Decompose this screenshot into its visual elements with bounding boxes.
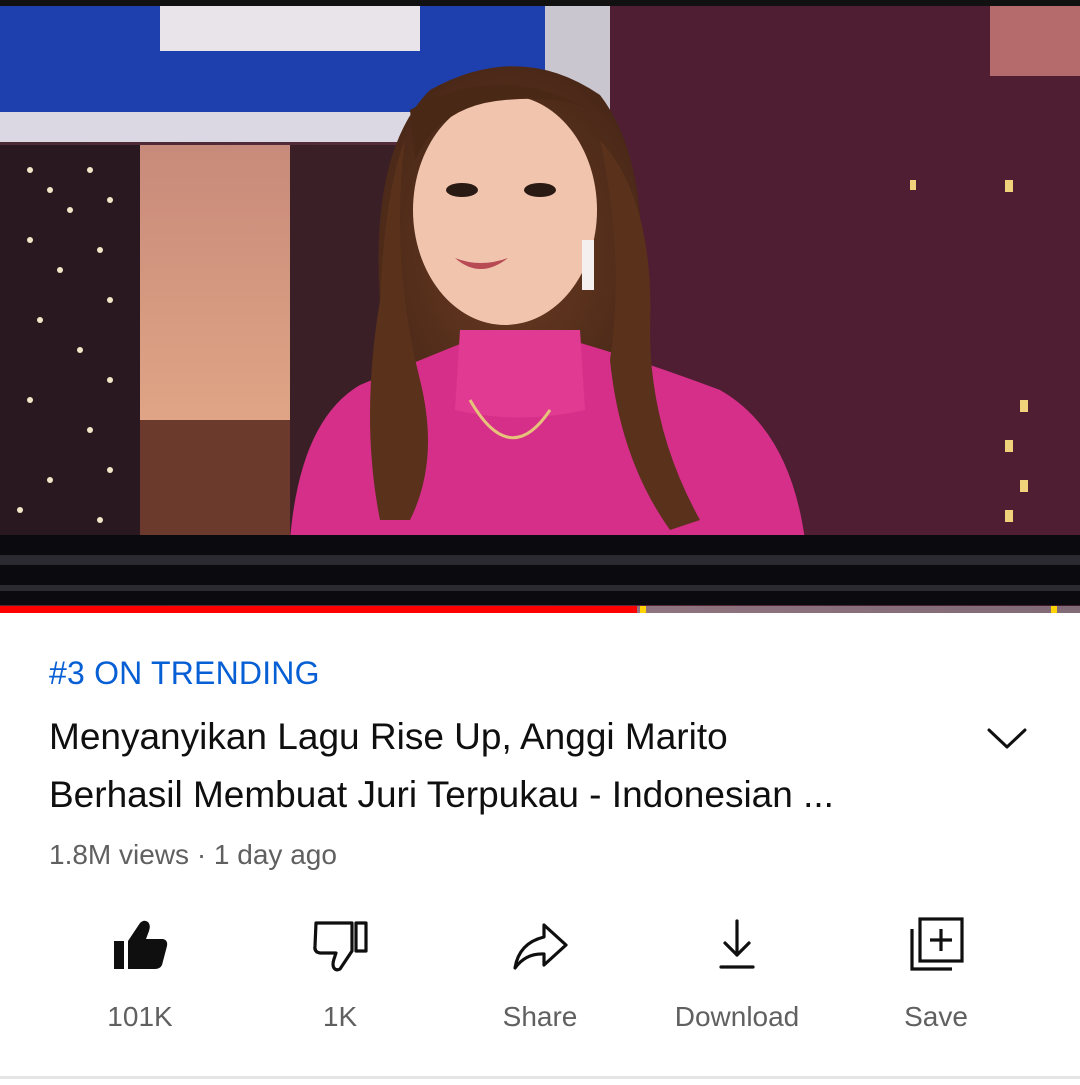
share-button[interactable]: Share: [440, 913, 640, 1043]
video-title[interactable]: Menyanyikan Lagu Rise Up, Anggi Marito B…: [49, 708, 949, 824]
dislike-button[interactable]: 1K: [240, 913, 440, 1043]
like-button[interactable]: 101K: [40, 913, 240, 1043]
save-label: Save: [904, 1001, 968, 1032]
chapter-marker: [1051, 606, 1057, 613]
download-button[interactable]: Download: [637, 913, 837, 1043]
video-player[interactable]: [0, 0, 1080, 613]
progress-played: [0, 606, 637, 613]
video-title-line-1: Menyanyikan Lagu Rise Up, Anggi Marito: [49, 716, 728, 757]
share-icon: [513, 923, 568, 970]
chapter-marker: [640, 606, 646, 613]
trending-badge[interactable]: #3 ON TRENDING: [49, 655, 320, 692]
video-frame: [0, 0, 1080, 613]
expand-description-button[interactable]: [984, 723, 1030, 753]
dislike-label: 1K: [322, 1001, 358, 1032]
thumbs-down-icon: [313, 921, 368, 972]
thumbs-up-icon: [114, 920, 168, 969]
action-bar: 101K 1K Share Download Save: [0, 913, 1080, 1043]
video-title-line-2: Berhasil Membuat Juri Terpukau - Indones…: [49, 774, 834, 815]
progress-bar[interactable]: [0, 606, 1080, 613]
video-info: #3 ON TRENDING Menyanyikan Lagu Rise Up,…: [0, 613, 1080, 1085]
add-to-playlist-icon: [910, 917, 964, 971]
divider: [0, 1076, 1080, 1079]
chevron-down-icon: [987, 728, 1027, 749]
save-button[interactable]: Save: [836, 913, 1036, 1043]
share-label: Share: [502, 1001, 578, 1032]
like-count: 101K: [107, 1001, 173, 1032]
download-icon: [719, 919, 755, 969]
download-label: Download: [674, 1001, 800, 1032]
view-count-and-date: 1.8M views · 1 day ago: [49, 839, 337, 870]
